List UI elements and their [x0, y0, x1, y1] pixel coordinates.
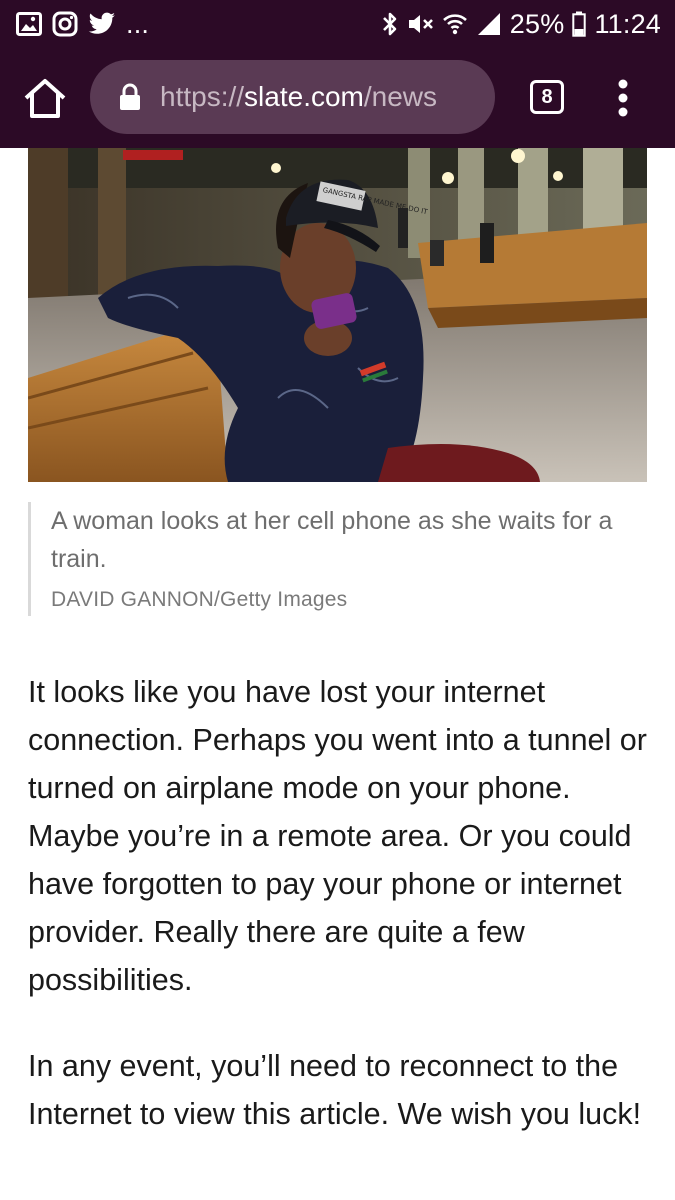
- gallery-icon: [16, 12, 42, 36]
- photo-credit: DAVID GANNON/Getty Images: [51, 588, 348, 611]
- battery-icon: [572, 11, 587, 37]
- url-text[interactable]: https://slate.com/news: [160, 81, 437, 113]
- clock: 11:24: [594, 8, 661, 39]
- article-paragraph: In any event, you’ll need to reconnect t…: [28, 1049, 642, 1131]
- url-scheme: https://: [160, 81, 245, 112]
- photo-caption: A woman looks at her cell phone as she w…: [28, 502, 647, 616]
- tab-switcher-button[interactable]: 8: [530, 80, 564, 114]
- system-status: 25% 11:24: [382, 9, 661, 40]
- overflow-menu-button[interactable]: [610, 74, 636, 122]
- lock-icon: [120, 83, 140, 110]
- article-photo: GANGSTA RAP MADE ME DO IT: [28, 148, 647, 482]
- home-button[interactable]: [22, 76, 68, 120]
- battery-percent: 25%: [509, 8, 565, 39]
- mute-icon: [406, 11, 434, 37]
- more-vert-icon: [618, 79, 628, 117]
- article-paragraph: It looks like you have lost your interne…: [28, 675, 647, 997]
- wifi-icon: [442, 11, 468, 37]
- url-host: slate.com: [244, 81, 364, 112]
- caption-text: A woman looks at her cell phone as she w…: [51, 507, 613, 573]
- tab-count: 8: [541, 85, 553, 108]
- bluetooth-icon: [382, 11, 398, 37]
- home-icon: [24, 79, 66, 118]
- instagram-icon: [52, 11, 78, 37]
- notification-overflow: ...: [126, 8, 150, 39]
- signal-icon: [476, 11, 502, 37]
- train-station-photo: GANGSTA RAP MADE ME DO IT: [28, 148, 647, 482]
- twitter-icon: [88, 12, 116, 36]
- article-body: It looks like you have lost your interne…: [28, 668, 653, 1138]
- status-bar: ... 25% 11:24: [0, 0, 675, 48]
- notification-icons: ...: [16, 9, 149, 40]
- url-path: /news: [363, 81, 438, 112]
- address-bar[interactable]: https://slate.com/news: [90, 60, 495, 134]
- browser-toolbar: https://slate.com/news 8: [0, 48, 675, 148]
